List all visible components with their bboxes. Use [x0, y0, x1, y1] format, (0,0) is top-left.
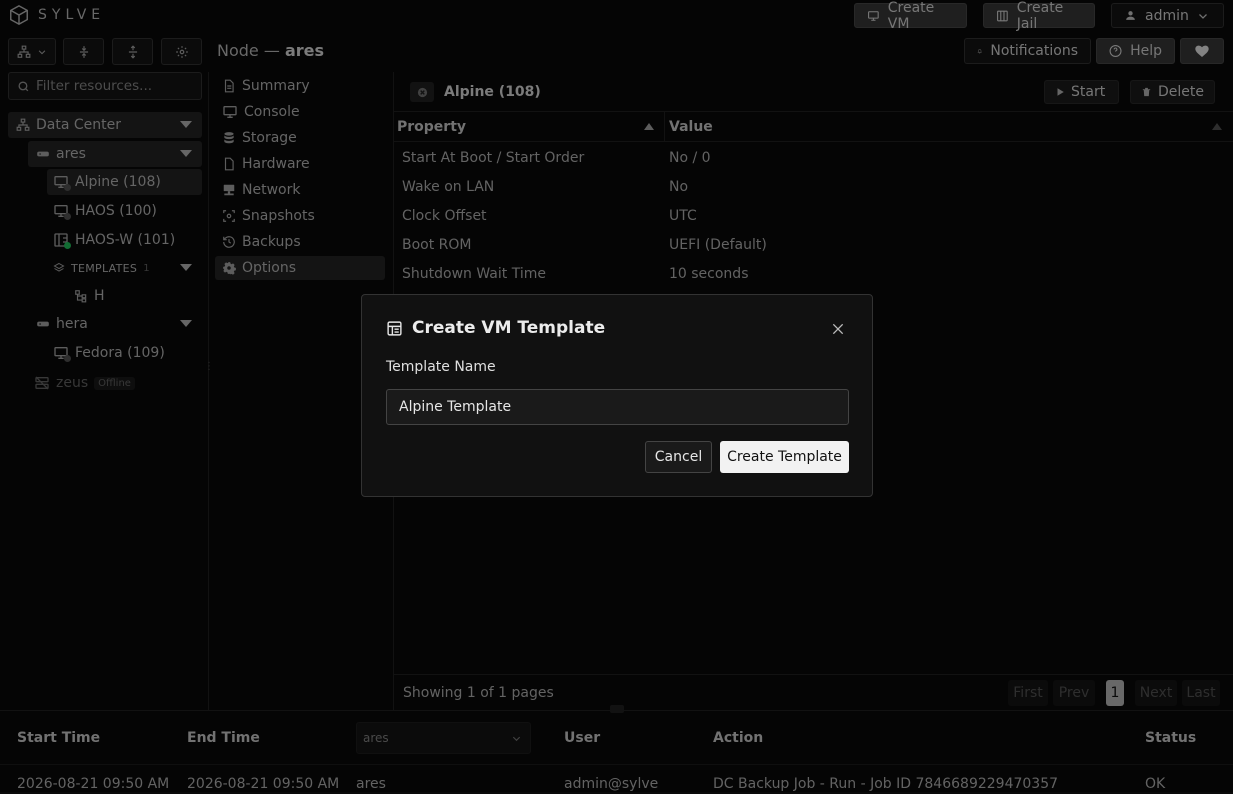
- template-name-input[interactable]: [386, 389, 849, 425]
- close-icon[interactable]: [830, 321, 846, 337]
- template-icon: [387, 320, 402, 336]
- create-template-dialog: Create VM Template Template Name Cancel …: [361, 294, 873, 497]
- cancel-button[interactable]: Cancel: [645, 441, 712, 473]
- template-name-label: Template Name: [386, 359, 496, 375]
- dialog-title: Create VM Template: [386, 318, 605, 338]
- create-template-button[interactable]: Create Template: [720, 441, 849, 473]
